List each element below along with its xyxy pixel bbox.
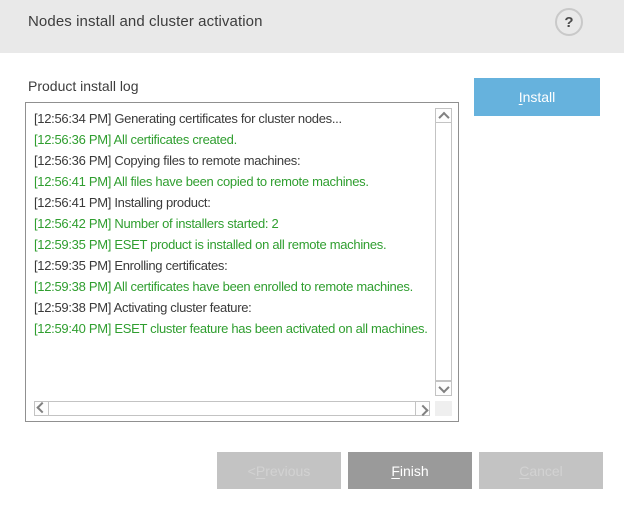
install-button[interactable]: Install — [474, 78, 600, 116]
log-line: [12:56:36 PM] Copying files to remote ma… — [34, 150, 429, 171]
log-lines: [12:56:34 PM] Generating certificates fo… — [34, 108, 429, 397]
scroll-left-button[interactable] — [34, 401, 49, 416]
vertical-scrollbar-thumb[interactable] — [435, 123, 452, 381]
cancel-button[interactable]: Cancel — [479, 452, 603, 489]
log-line: [12:59:38 PM] All certificates have been… — [34, 276, 429, 297]
log-line: [12:59:35 PM] Enrolling certificates: — [34, 255, 429, 276]
chevron-left-icon — [36, 401, 47, 412]
log-line: [12:59:35 PM] ESET product is installed … — [34, 234, 429, 255]
scrollbar-corner — [435, 401, 452, 416]
chevron-up-icon — [438, 111, 449, 122]
previous-button[interactable]: < Previous — [217, 452, 341, 489]
chevron-down-icon — [438, 381, 449, 392]
page-title: Nodes install and cluster activation — [28, 13, 263, 30]
horizontal-scrollbar-thumb[interactable] — [49, 401, 415, 416]
log-label: Product install log — [28, 78, 139, 94]
chevron-right-icon — [417, 404, 428, 415]
log-line: [12:56:42 PM] Number of installers start… — [34, 213, 429, 234]
log-line: [12:56:41 PM] All files have been copied… — [34, 171, 429, 192]
wizard-window: Nodes install and cluster activation ? P… — [0, 0, 624, 511]
scroll-up-button[interactable] — [435, 108, 452, 123]
question-mark-icon: ? — [564, 15, 573, 30]
scroll-right-button[interactable] — [415, 401, 430, 416]
log-line: [12:56:34 PM] Generating certificates fo… — [34, 108, 429, 129]
horizontal-scrollbar[interactable] — [34, 401, 430, 416]
finish-button[interactable]: Finish — [348, 452, 472, 489]
log-line: [12:56:36 PM] All certificates created. — [34, 129, 429, 150]
log-line: [12:59:40 PM] ESET cluster feature has b… — [34, 318, 429, 339]
help-button[interactable]: ? — [555, 8, 583, 36]
vertical-scrollbar[interactable] — [435, 108, 452, 396]
scroll-down-button[interactable] — [435, 381, 452, 396]
log-line: [12:59:38 PM] Activating cluster feature… — [34, 297, 429, 318]
product-install-log[interactable]: [12:56:34 PM] Generating certificates fo… — [25, 102, 459, 422]
log-line: [12:56:41 PM] Installing product: — [34, 192, 429, 213]
wizard-header: Nodes install and cluster activation ? — [0, 0, 624, 53]
